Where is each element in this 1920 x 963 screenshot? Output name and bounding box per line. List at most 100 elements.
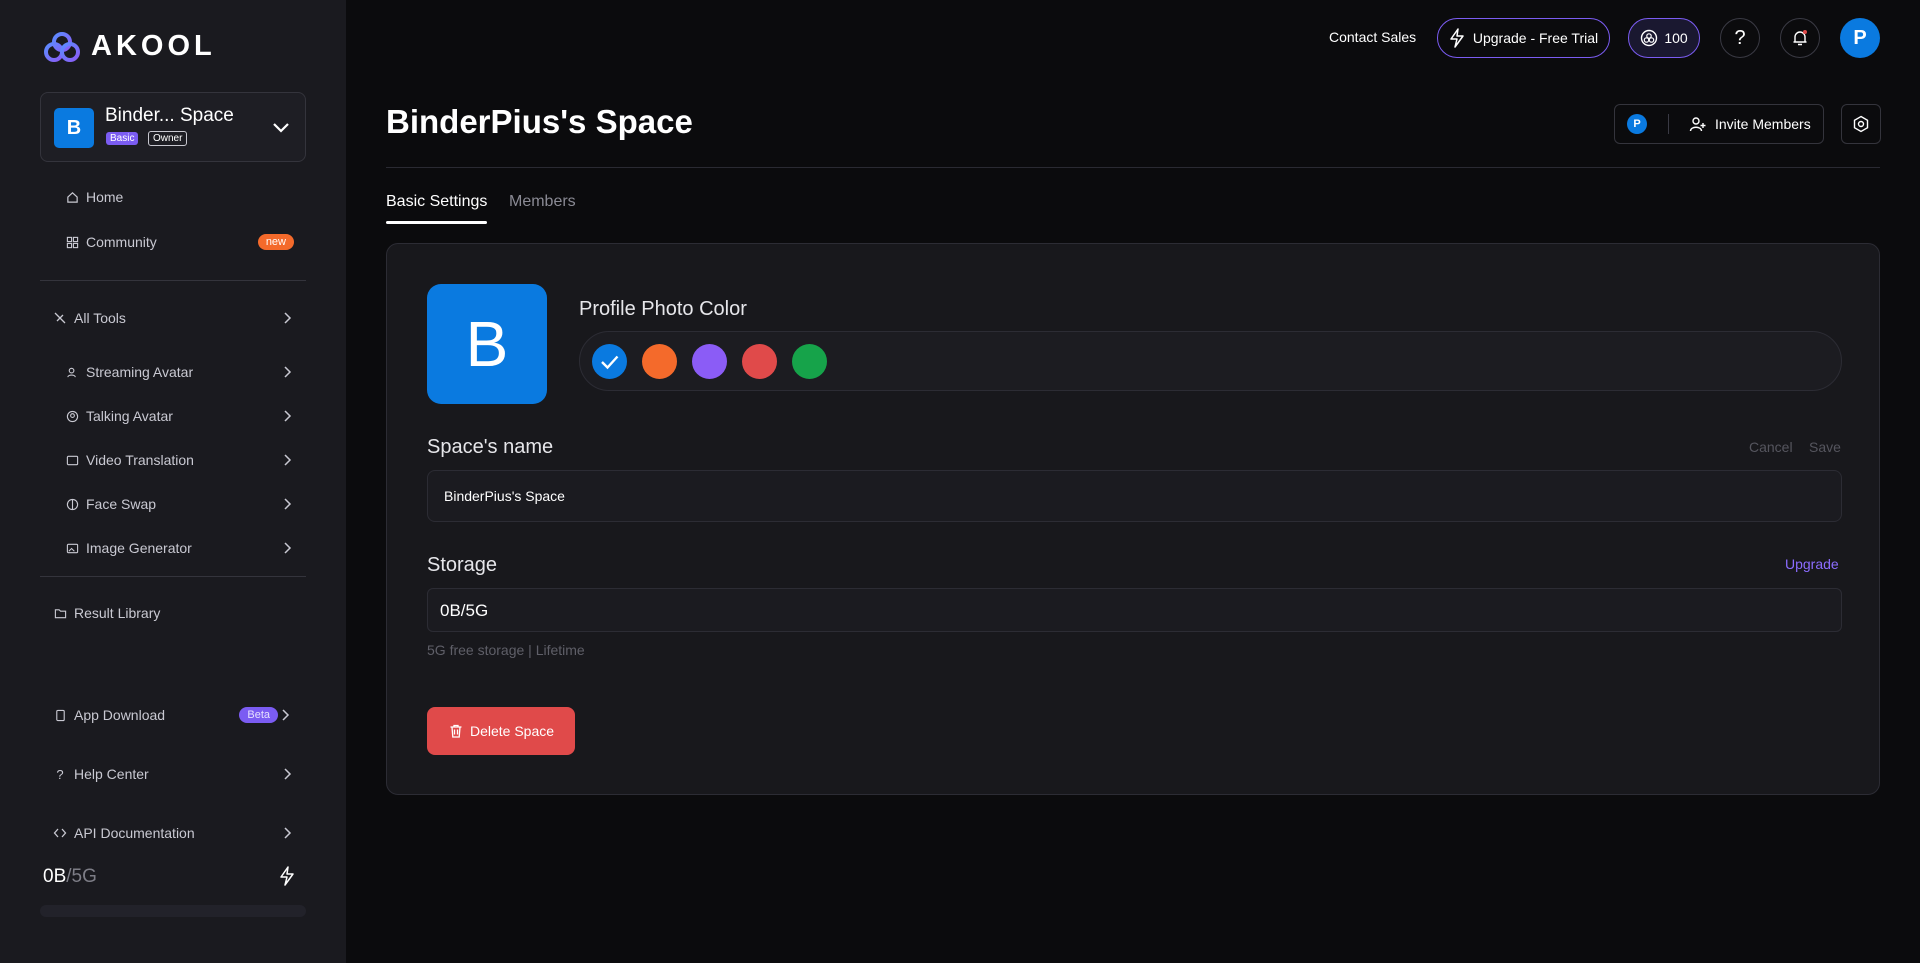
sidebar-item-home[interactable]: Home bbox=[64, 182, 306, 212]
role-badge: Owner bbox=[148, 131, 188, 146]
sidebar-item-label: API Documentation bbox=[74, 825, 195, 841]
color-picker bbox=[579, 331, 1842, 391]
tools-icon bbox=[52, 310, 68, 326]
chevron-right-icon bbox=[284, 366, 292, 378]
bolt-icon bbox=[1450, 28, 1464, 48]
talking-avatar-icon bbox=[64, 408, 80, 424]
chevron-right-icon bbox=[284, 498, 292, 510]
sidebar-item-video-translation[interactable]: Video Translation bbox=[64, 445, 306, 475]
sidebar-item-label: Result Library bbox=[74, 605, 161, 621]
bell-icon bbox=[1793, 30, 1807, 46]
folder-icon bbox=[52, 605, 68, 621]
sidebar-item-label: Streaming Avatar bbox=[86, 364, 194, 380]
space-settings-button[interactable] bbox=[1841, 104, 1881, 144]
color-swatch-blue[interactable] bbox=[592, 344, 627, 379]
delete-label: Delete Space bbox=[469, 723, 555, 739]
logo[interactable]: AKOOL bbox=[43, 30, 216, 63]
sidebar-item-result-library[interactable]: Result Library bbox=[52, 598, 306, 628]
add-user-icon bbox=[1689, 117, 1706, 132]
sidebar-item-help-center[interactable]: ? Help Center bbox=[52, 759, 306, 789]
sidebar-item-streaming-avatar[interactable]: Streaming Avatar bbox=[64, 357, 306, 387]
space-name-label: Space's name bbox=[427, 436, 554, 458]
akool-logo-icon bbox=[44, 31, 80, 62]
sidebar-item-image-generator[interactable]: Image Generator bbox=[64, 533, 306, 563]
member-avatar[interactable]: P bbox=[1627, 114, 1647, 134]
color-swatch-green[interactable] bbox=[792, 344, 827, 379]
space-name-input[interactable] bbox=[427, 470, 1842, 522]
storage-used: 0B bbox=[43, 866, 67, 887]
new-badge: new bbox=[257, 234, 294, 250]
sidebar-divider bbox=[40, 280, 306, 281]
credits-button[interactable]: 100 bbox=[1628, 18, 1700, 58]
sidebar-storage: 0B/5G bbox=[43, 866, 97, 888]
chevron-down-icon bbox=[273, 123, 289, 133]
video-translation-icon bbox=[64, 452, 80, 468]
storage-progress-bar bbox=[40, 905, 306, 917]
bolt-icon[interactable] bbox=[279, 866, 295, 886]
sidebar-item-label: Community bbox=[86, 234, 157, 250]
storage-label: Storage bbox=[427, 554, 498, 576]
question-icon: ? bbox=[1734, 26, 1746, 49]
tab-members[interactable]: Members bbox=[509, 193, 576, 211]
chevron-right-icon bbox=[284, 768, 292, 780]
invite-members-button[interactable]: Invite Members bbox=[1689, 115, 1811, 133]
upgrade-label: Upgrade - Free Trial bbox=[1472, 30, 1599, 46]
save-button[interactable]: Save bbox=[1809, 439, 1841, 455]
sidebar-item-community[interactable]: Community new bbox=[64, 227, 306, 257]
color-swatch-red[interactable] bbox=[742, 344, 777, 379]
profile-photo-color-label: Profile Photo Color bbox=[579, 298, 747, 320]
credits-count: 100 bbox=[1664, 30, 1688, 46]
space-avatar: B bbox=[54, 108, 94, 148]
user-avatar[interactable]: P bbox=[1840, 18, 1880, 58]
chevron-right-icon bbox=[284, 410, 292, 422]
tab-basic-settings[interactable]: Basic Settings bbox=[386, 193, 488, 224]
notifications-button[interactable] bbox=[1780, 18, 1820, 58]
sidebar: AKOOL B Binder... Space Basic Owner Home… bbox=[0, 0, 346, 963]
sidebar-item-label: Help Center bbox=[74, 766, 149, 782]
chevron-right-icon bbox=[284, 827, 292, 839]
color-swatch-orange[interactable] bbox=[642, 344, 677, 379]
sidebar-item-label: All Tools bbox=[74, 310, 126, 326]
sidebar-item-app-download[interactable]: App Download Beta bbox=[52, 700, 306, 730]
contact-sales-link[interactable]: Contact Sales bbox=[1329, 29, 1416, 45]
invite-label: Invite Members bbox=[1715, 116, 1811, 132]
beta-badge: Beta bbox=[239, 707, 278, 723]
sidebar-item-label: Face Swap bbox=[86, 496, 157, 512]
space-switcher[interactable]: B Binder... Space Basic Owner bbox=[40, 92, 306, 162]
trash-icon bbox=[450, 724, 462, 738]
chevron-right-icon bbox=[284, 454, 292, 466]
sidebar-item-label: App Download bbox=[74, 707, 166, 723]
help-button[interactable]: ? bbox=[1720, 18, 1760, 58]
brand-name: AKOOL bbox=[91, 30, 216, 62]
members-bar: P Invite Members bbox=[1614, 104, 1824, 144]
sidebar-item-label: Image Generator bbox=[86, 540, 192, 556]
color-swatch-purple[interactable] bbox=[692, 344, 727, 379]
storage-note: 5G free storage | Lifetime bbox=[427, 642, 585, 658]
delete-space-button[interactable]: Delete Space bbox=[427, 707, 575, 755]
upgrade-free-trial-button[interactable]: Upgrade - Free Trial bbox=[1437, 18, 1610, 58]
sidebar-item-label: Home bbox=[86, 189, 124, 205]
chevron-right-icon bbox=[284, 542, 292, 554]
credits-icon bbox=[1641, 29, 1658, 47]
question-icon: ? bbox=[56, 766, 64, 782]
face-swap-icon bbox=[64, 496, 80, 512]
sidebar-item-label: Talking Avatar bbox=[86, 408, 173, 424]
cancel-button[interactable]: Cancel bbox=[1749, 439, 1793, 455]
sidebar-item-talking-avatar[interactable]: Talking Avatar bbox=[64, 401, 306, 431]
storage-total: 5G bbox=[71, 866, 97, 887]
upgrade-storage-link[interactable]: Upgrade bbox=[1785, 556, 1839, 572]
code-icon bbox=[52, 825, 68, 841]
separator bbox=[1668, 114, 1669, 134]
image-generator-icon bbox=[64, 540, 80, 556]
sidebar-item-api-documentation[interactable]: API Documentation bbox=[52, 818, 306, 848]
sidebar-item-all-tools[interactable]: All Tools bbox=[52, 303, 306, 333]
space-profile-photo: B bbox=[427, 284, 547, 404]
chevron-right-icon bbox=[284, 312, 292, 324]
check-icon bbox=[601, 355, 619, 370]
settings-card: B Profile Photo Color Space's name Cance… bbox=[386, 243, 1880, 795]
sidebar-item-face-swap[interactable]: Face Swap bbox=[64, 489, 306, 519]
home-icon bbox=[64, 189, 80, 205]
header-divider bbox=[386, 167, 1880, 168]
streaming-avatar-icon bbox=[64, 364, 80, 380]
chevron-right-icon bbox=[282, 709, 290, 721]
